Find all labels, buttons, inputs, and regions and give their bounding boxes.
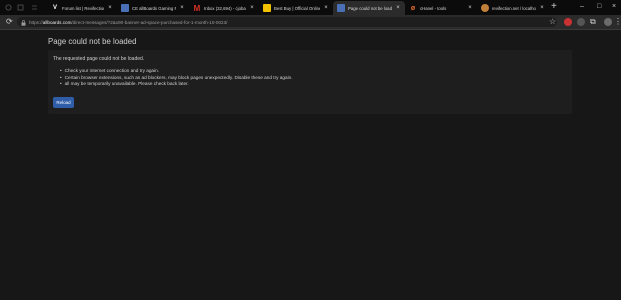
list-item: Certain browser extensions, such as ad b… [60, 75, 293, 82]
tab-label: Page could not be loade [348, 5, 392, 11]
close-icon[interactable]: × [107, 5, 113, 11]
extension-icon[interactable] [564, 18, 572, 26]
tab-favicon: V [52, 5, 57, 11]
extension-icon[interactable] [577, 18, 585, 26]
new-tab-button[interactable]: + [551, 2, 557, 12]
tab-favicon [121, 4, 129, 12]
tab-favicon [481, 4, 489, 12]
app-menu-icon[interactable] [4, 3, 13, 12]
tab-page-could-not-be-loaded[interactable]: Page could not be loade × [333, 1, 405, 15]
tab-inbox[interactable]: M Inbox (32,694) - cjoba... × [189, 1, 259, 15]
minimize-icon[interactable]: – [580, 2, 584, 12]
tab-label: revifection.net / localhost [492, 5, 536, 11]
close-icon[interactable]: × [467, 5, 473, 11]
tab-label: Forum list | Revifection [62, 5, 104, 11]
toolbar: ⟳ https://allboards.com/direct-messages/… [0, 15, 621, 29]
tab-label: cHanel - tools [420, 5, 447, 11]
tab-favicon [263, 4, 271, 12]
gmail-icon: M [193, 3, 201, 13]
reload-icon[interactable]: ⟳ [6, 17, 13, 27]
workspaces-icon[interactable] [16, 3, 25, 12]
error-message: The requested page could not be loaded. [53, 56, 145, 62]
extensions-puzzle-icon[interactable]: ⧉ [590, 17, 596, 27]
address-bar[interactable]: https://allboards.com/direct-messages/?2… [17, 17, 557, 27]
page-title: Page could not be loaded [48, 37, 137, 46]
close-icon[interactable]: × [395, 5, 401, 11]
close-window-icon[interactable]: × [612, 2, 616, 12]
close-icon[interactable]: × [323, 5, 329, 11]
toolbar-divider [0, 29, 621, 30]
tab-favicon: ø [410, 4, 416, 12]
list-item: Check your internet connection and try a… [60, 68, 293, 75]
suggestion-list: Check your internet connection and try a… [60, 68, 293, 88]
list-item: all may be temporarily unavailable. Plea… [60, 81, 293, 88]
url-text: https://allboards.com/direct-messages/?2… [29, 19, 228, 25]
tab-label: Best Buy | Official Online [274, 5, 320, 11]
tab-favicon [337, 4, 345, 12]
tab-revifection-localhost[interactable]: revifection.net / localhost × [477, 1, 549, 15]
close-icon[interactable]: × [179, 5, 185, 11]
error-panel: The requested page could not be loaded. … [48, 50, 572, 114]
close-icon[interactable]: × [249, 5, 255, 11]
avatar[interactable] [604, 18, 612, 26]
tab-actions-icon[interactable] [30, 3, 39, 12]
tab-best-buy[interactable]: Best Buy | Official Online × [259, 1, 333, 15]
tab-label: Inbox (32,694) - cjoba... [204, 5, 246, 11]
reload-button[interactable]: Reload [53, 97, 74, 108]
bookmark-star-icon[interactable]: ☆ [549, 17, 556, 27]
tab-chanel-tools[interactable]: ø cHanel - tools × [405, 1, 477, 15]
close-icon[interactable]: × [539, 5, 545, 11]
tab-allboards[interactable]: CE allBoards Gaming Fo × [117, 1, 189, 15]
tab-strip: V Forum list | Revifection × CE allBoard… [0, 0, 621, 15]
more-menu-icon[interactable]: ⋮ [614, 17, 621, 27]
tab-label: CE allBoards Gaming Fo [132, 5, 176, 11]
maximize-icon[interactable]: □ [597, 2, 601, 12]
tab-forum-list[interactable]: V Forum list | Revifection × [47, 1, 117, 15]
